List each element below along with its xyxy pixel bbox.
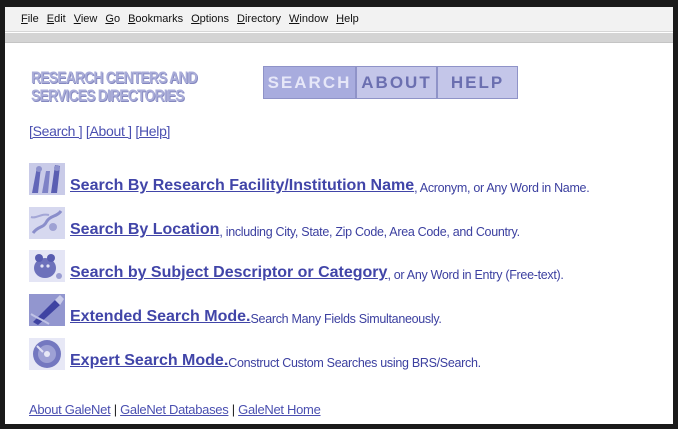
menu-file-label: ile [27,13,39,25]
menu-help-label: elp [344,13,359,25]
menu-directory-mnemonic: D [237,13,245,25]
footer-links: About GaleNet | GaleNet Databases | Gale… [29,402,321,417]
map-icon[interactable] [29,207,65,239]
pen-icon[interactable] [29,294,65,326]
menu-edit-label: dit [54,13,66,25]
help-nav-button[interactable]: HELP [437,66,518,99]
footer-separator: | [113,402,117,417]
galenet-databases-link[interactable]: GaleNet Databases [120,402,229,417]
text-nav-links: [Search ] [About ] [Help] [29,123,170,139]
menu-bookmarks[interactable]: Bookmarks [128,13,183,25]
menu-file[interactable]: File [21,13,39,25]
help-text-link[interactable]: [Help] [135,123,170,139]
search-text-link[interactable]: [Search ] [29,123,83,139]
menu-edit-mnemonic: E [46,13,55,25]
menu-view[interactable]: View [74,13,98,25]
search-by-subject-link[interactable]: Search by Subject Descriptor or Category [70,264,387,282]
menu-window-label: indow [299,13,329,25]
menu-bookmarks-label: ookmarks [135,13,184,25]
about-text-link[interactable]: [About ] [86,123,132,139]
search-option-location: Search By Location , including City, Sta… [29,207,520,239]
expert-search-link[interactable]: Expert Search Mode. [70,352,228,370]
browser-window: File Edit View Go Bookmarks Options Dire… [5,7,673,424]
logo-line-1: RESEARCH CENTERS AND [31,68,198,87]
menu-go-mnemonic: G [105,13,114,25]
about-galenet-link[interactable]: About GaleNet [29,402,111,417]
menu-help[interactable]: Help [336,13,359,25]
search-option-subject: Search by Subject Descriptor or Category… [29,250,564,282]
bear-icon[interactable] [29,250,65,282]
menu-edit[interactable]: Edit [47,13,66,25]
search-by-name-desc: , Acronym, or Any Word in Name. [414,181,590,195]
menu-go[interactable]: Go [105,13,120,25]
search-by-name-link[interactable]: Search By Research Facility/Institution … [70,177,414,195]
logo-line-2: SERVICES DIRECTORIES [31,86,185,105]
menu-directory[interactable]: Directory [237,13,281,25]
about-nav-button[interactable]: ABOUT [356,66,437,99]
menu-options[interactable]: Options [191,13,229,25]
footer-separator: | [231,402,235,417]
search-by-subject-desc: , or Any Word in Entry (Free-text). [387,268,564,282]
people-icon[interactable] [29,163,65,195]
galenet-home-link[interactable]: GaleNet Home [238,402,321,417]
menu-window[interactable]: Window [289,13,328,25]
search-option-name: Search By Research Facility/Institution … [29,163,590,195]
search-by-location-desc: , including City, State, Zip Code, Area … [219,225,520,239]
menu-options-label: ptions [199,13,230,25]
search-option-expert: Expert Search Mode. Construct Custom Sea… [29,338,481,370]
extended-search-desc: Search Many Fields Simultaneously. [250,312,442,326]
nav-button-bar: SEARCH ABOUT HELP [263,66,518,99]
menu-view-label: iew [80,13,98,25]
menu-bar: File Edit View Go Bookmarks Options Dire… [5,7,673,32]
extended-search-link[interactable]: Extended Search Mode. [70,308,251,326]
menu-file-mnemonic: F [21,13,28,25]
expert-search-desc: Construct Custom Searches using BRS/Sear… [228,356,481,370]
menu-directory-label: irectory [244,13,282,25]
search-option-extended: Extended Search Mode. Search Many Fields… [29,294,442,326]
menu-go-label: o [113,13,121,25]
menu-view-mnemonic: V [73,13,81,25]
menu-help-mnemonic: H [336,13,345,25]
directory-logo: RESEARCH CENTERS AND SERVICES DIRECTORIE… [31,69,231,105]
disc-icon[interactable] [29,338,65,370]
search-by-location-link[interactable]: Search By Location [70,221,219,239]
toolbar-strip [5,33,673,43]
menu-window-mnemonic: W [289,13,300,25]
search-nav-button[interactable]: SEARCH [263,66,356,99]
menu-options-mnemonic: O [191,13,200,25]
